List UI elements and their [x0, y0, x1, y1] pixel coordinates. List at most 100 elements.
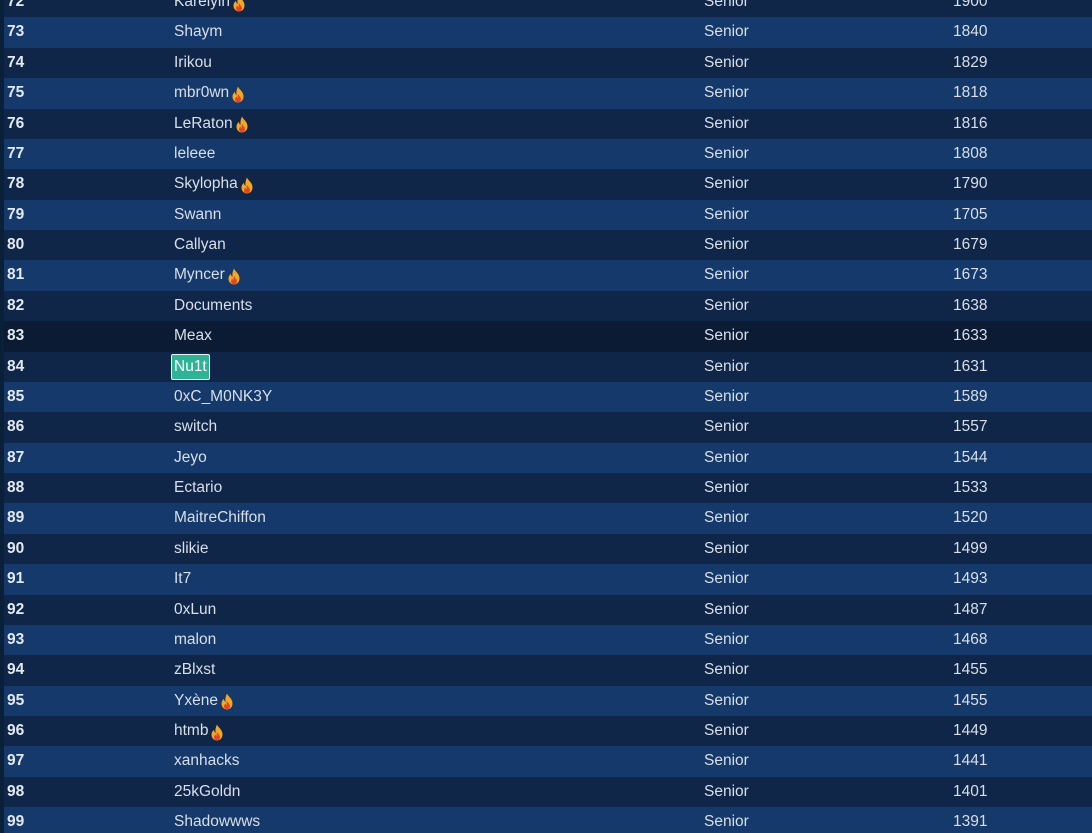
table-row[interactable]: 80 Callyan Senior 1679: [4, 230, 1092, 261]
username-link[interactable]: 25kGoldn: [174, 777, 240, 807]
username-link[interactable]: Myncer: [174, 260, 225, 290]
username-cell: Shaym: [174, 17, 222, 47]
username-link[interactable]: Callyan: [174, 230, 226, 260]
flame-icon: [232, 0, 246, 12]
level-cell: Senior: [704, 236, 749, 253]
rank-cell: 79: [7, 205, 25, 223]
score-cell: 1533: [953, 479, 988, 496]
username-link[interactable]: Yxène: [174, 686, 218, 716]
username-cell: It7: [174, 564, 191, 594]
score-cell: 1673: [953, 266, 988, 284]
score-cell: 1840: [953, 23, 988, 41]
table-row[interactable]: 76 LeRaton Senior 1816: [4, 108, 1092, 139]
table-row[interactable]: 95 Yxène Senior 1455: [4, 685, 1092, 716]
username-link[interactable]: htmb: [174, 716, 208, 746]
table-row[interactable]: 82 Documents Senior 1638: [4, 290, 1092, 322]
username-link[interactable]: zBlxst: [174, 655, 215, 685]
rank-cell: 81: [7, 266, 25, 284]
table-row[interactable]: 81 Myncer Senior 1673: [4, 260, 1092, 291]
table-row[interactable]: 75 mbr0wn Senior 1818: [4, 78, 1092, 109]
username-link[interactable]: 0xC_M0NK3Y: [174, 382, 272, 412]
table-row[interactable]: 87 Jeyo Senior 1544: [4, 442, 1092, 473]
table-row[interactable]: 72 Karelyin Senior 1900: [4, 0, 1092, 18]
username-link[interactable]: Documents: [174, 291, 252, 321]
score-cell: 1589: [953, 387, 988, 405]
level-cell: Senior: [704, 509, 749, 527]
rank-cell: 74: [7, 53, 25, 71]
table-row[interactable]: 97 xanhacks Senior 1441: [4, 746, 1092, 777]
score-cell: 1520: [953, 509, 988, 527]
table-row[interactable]: 83 Meax Senior 1633: [4, 321, 1092, 352]
username-link[interactable]: mbr0wn: [174, 78, 229, 108]
username-cell: leleee: [174, 139, 215, 169]
username-link[interactable]: Shaym: [174, 17, 222, 47]
username-link[interactable]: Shadowwws: [174, 807, 260, 833]
table-row[interactable]: 89 MaitreChiffon Senior 1520: [4, 503, 1092, 534]
table-row[interactable]: 92 0xLun Senior 1487: [4, 594, 1092, 625]
level-cell: Senior: [704, 448, 749, 466]
score-cell: 1557: [953, 418, 988, 436]
leaderboard-rows: 72 Karelyin Senior 1900 73 Shaym Senior 1840 74 I…: [4, 0, 1092, 833]
table-row[interactable]: 84 Nu1t Senior 1631: [4, 351, 1092, 382]
username-link[interactable]: Karelyin: [174, 0, 230, 17]
username-cell: MaitreChiffon: [174, 503, 266, 533]
score-cell: 1808: [953, 144, 988, 162]
level-cell: Senior: [704, 53, 749, 71]
score-cell: 1487: [953, 600, 988, 618]
table-row[interactable]: 85 0xC_M0NK3Y Senior 1589: [4, 381, 1092, 413]
table-row[interactable]: 93 malon Senior 1468: [4, 624, 1092, 656]
username-link[interactable]: LeRaton: [174, 109, 233, 139]
username-cell: Ectario: [174, 473, 222, 503]
username-link[interactable]: 0xLun: [174, 595, 216, 625]
username-link[interactable]: Swann: [174, 200, 221, 230]
username-link[interactable]: leleee: [174, 139, 215, 169]
table-row[interactable]: 90 slikie Senior 1499: [4, 533, 1092, 565]
table-row[interactable]: 74 Irikou Senior 1829: [4, 47, 1092, 79]
level-cell: Senior: [704, 691, 749, 709]
username-link[interactable]: It7: [174, 564, 191, 594]
username-link[interactable]: Irikou: [174, 48, 212, 78]
score-cell: 1818: [953, 84, 988, 102]
level-cell: Senior: [704, 23, 749, 41]
score-cell: 1499: [953, 539, 988, 557]
score-cell: 1441: [953, 752, 988, 770]
level-cell: Senior: [704, 600, 749, 618]
table-row[interactable]: 73 Shaym Senior 1840: [4, 17, 1092, 48]
username-link[interactable]: slikie: [174, 534, 208, 564]
level-cell: Senior: [704, 114, 749, 132]
username-cell: xanhacks: [174, 746, 239, 776]
table-row[interactable]: 88 Ectario Senior 1533: [4, 473, 1092, 504]
username-link[interactable]: malon: [174, 625, 216, 655]
rank-cell: 75: [7, 84, 25, 102]
score-cell: 1455: [953, 691, 988, 709]
level-cell: Senior: [704, 539, 749, 557]
username-link[interactable]: Meax: [174, 321, 212, 351]
table-row[interactable]: 86 switch Senior 1557: [4, 412, 1092, 443]
table-row[interactable]: 77 leleee Senior 1808: [4, 138, 1092, 170]
username-link[interactable]: Ectario: [174, 473, 222, 503]
username-cell: malon: [174, 625, 216, 655]
table-row[interactable]: 78 Skylopha Senior 1790: [4, 169, 1092, 200]
level-cell: Senior: [704, 479, 749, 496]
username-link[interactable]: xanhacks: [174, 746, 239, 776]
table-row[interactable]: 98 25kGoldn Senior 1401: [4, 776, 1092, 808]
username-link[interactable]: Nu1t: [171, 353, 210, 380]
table-row[interactable]: 79 Swann Senior 1705: [4, 199, 1092, 230]
rank-cell: 82: [7, 296, 25, 314]
score-cell: 1544: [953, 448, 988, 466]
table-row[interactable]: 94 zBlxst Senior 1455: [4, 655, 1092, 686]
table-row[interactable]: 91 It7 Senior 1493: [4, 564, 1092, 595]
table-row[interactable]: 96 htmb Senior 1449: [4, 716, 1092, 747]
username-link[interactable]: MaitreChiffon: [174, 503, 266, 533]
score-cell: 1449: [953, 722, 988, 739]
rank-cell: 76: [7, 114, 25, 132]
table-row[interactable]: 99 Shadowwws Senior 1391: [4, 807, 1092, 833]
username-link[interactable]: switch: [174, 412, 217, 442]
username-cell: Myncer: [174, 260, 241, 290]
username-cell: 0xC_M0NK3Y: [174, 382, 272, 412]
score-cell: 1900: [953, 0, 988, 10]
username-link[interactable]: Jeyo: [174, 443, 207, 473]
score-cell: 1816: [953, 114, 988, 132]
score-cell: 1829: [953, 53, 988, 71]
username-link[interactable]: Skylopha: [174, 169, 238, 199]
